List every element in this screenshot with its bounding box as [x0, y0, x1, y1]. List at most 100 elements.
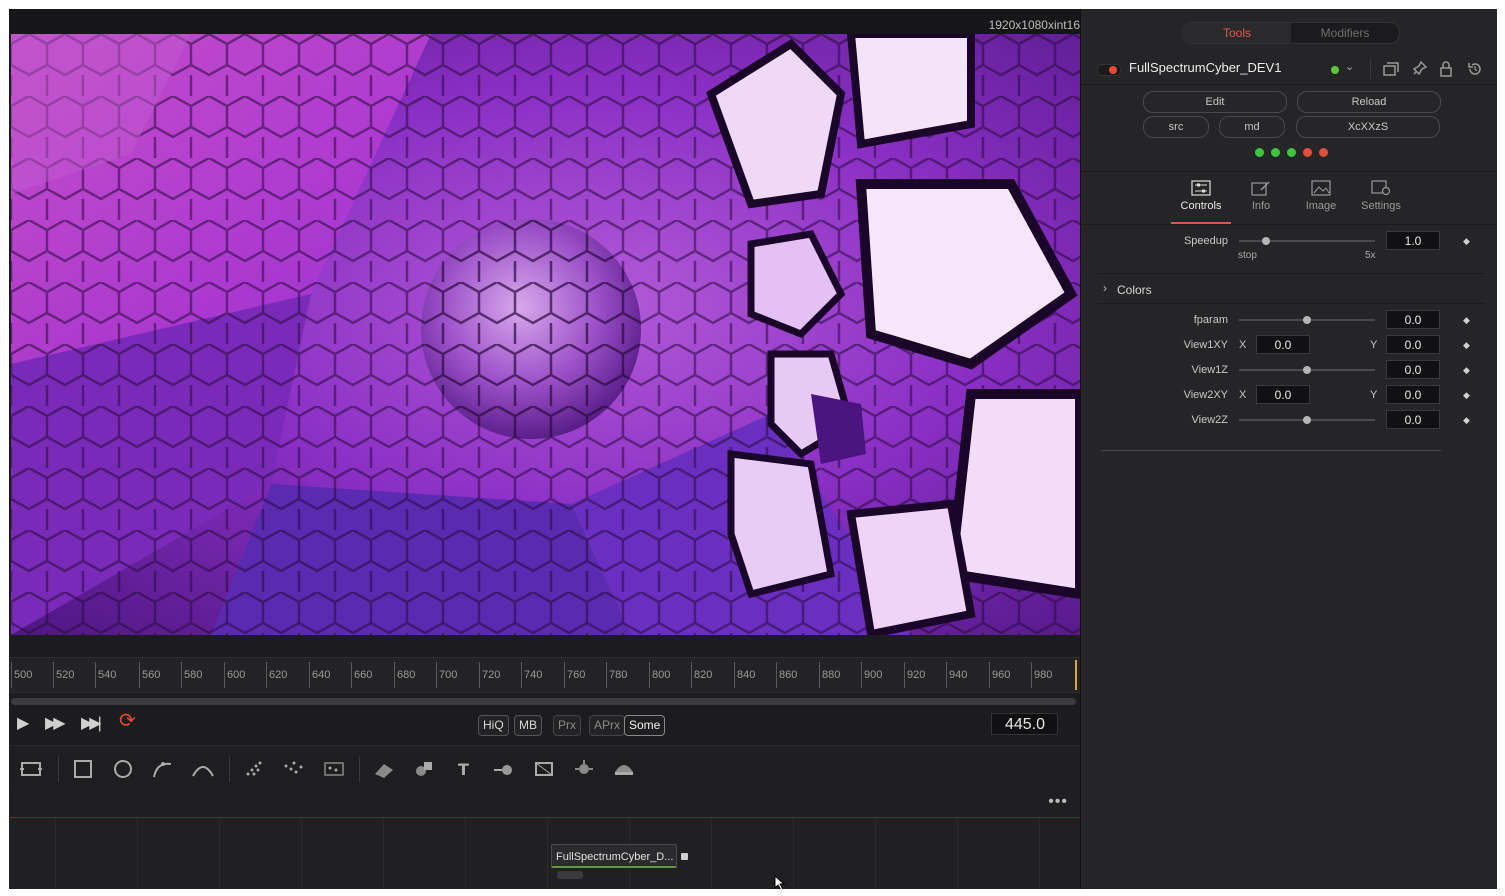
view2xy-label: View2XY [1183, 389, 1228, 401]
keyframe-diamond-icon[interactable]: ◆ [1463, 365, 1470, 376]
hiq-button[interactable]: HiQ [478, 715, 509, 736]
renderer-3d-icon[interactable] [612, 758, 636, 780]
view2z-value-field[interactable]: 0.0 [1386, 410, 1440, 429]
ruler-tick: 800 [649, 662, 670, 688]
toolbar-divider [359, 756, 360, 782]
view1x-axis-label: X [1239, 339, 1247, 351]
playhead[interactable] [1075, 660, 1077, 690]
keyframe-diamond-icon[interactable]: ◆ [1463, 390, 1470, 401]
grid-line [465, 818, 466, 889]
loop-icon[interactable]: ⟳ [119, 711, 136, 731]
particle-pmerge-icon[interactable] [322, 758, 346, 780]
reset-icon[interactable] [1467, 61, 1483, 77]
keyframe-diamond-icon[interactable]: ◆ [1463, 340, 1470, 351]
timeline-scrollbar[interactable] [11, 698, 1076, 705]
transform-tool-icon[interactable] [19, 758, 43, 780]
ruler-tick: 660 [351, 662, 372, 688]
play-icon[interactable]: ▶ [17, 716, 29, 732]
view2y-value-field[interactable]: 0.0 [1386, 385, 1440, 404]
ruler-tick: 820 [691, 662, 712, 688]
view1y-value-field[interactable]: 0.0 [1386, 335, 1440, 354]
grid-line [55, 818, 56, 889]
polygon-mask-icon[interactable] [151, 758, 175, 780]
chevron-right-icon[interactable]: › [1103, 281, 1107, 295]
fparam-slider-knob[interactable] [1303, 316, 1311, 324]
keyframe-diamond-icon[interactable]: ◆ [1463, 415, 1470, 426]
time-ruler[interactable]: 500 520 540 560 580 600 620 640 660 680 … [9, 657, 1080, 693]
skip-to-end-icon[interactable]: ▶▶| [81, 716, 102, 732]
speedup-min-label: stop [1238, 250, 1257, 261]
particle-render-icon[interactable] [282, 758, 306, 780]
keyframe-diamond-icon[interactable]: ◆ [1463, 315, 1470, 326]
text-3d-icon[interactable]: T [452, 758, 476, 780]
tool-color-dot[interactable] [1331, 66, 1339, 74]
tab-tools[interactable]: Tools [1183, 23, 1291, 43]
transport-bar: ▶ ▶▶ ▶▶| ⟳ [9, 709, 1080, 741]
speedup-slider-knob[interactable] [1262, 237, 1271, 245]
lock-icon[interactable] [1439, 61, 1453, 77]
node-output-port[interactable] [681, 853, 688, 860]
tab-controls[interactable]: Controls [1171, 172, 1231, 224]
pin-icon[interactable] [1411, 61, 1427, 77]
ruler-tick: 900 [861, 662, 882, 688]
section-divider [1097, 303, 1485, 304]
node-input-ports[interactable] [557, 871, 583, 879]
more-options-icon[interactable]: ••• [1048, 793, 1068, 811]
ruler-tick: 680 [394, 662, 415, 688]
ellipse-mask-icon[interactable] [111, 758, 135, 780]
versions-icon[interactable] [1383, 62, 1399, 76]
view2z-slider-knob[interactable] [1303, 416, 1311, 424]
ruler-tick: 540 [95, 662, 116, 688]
current-frame-field[interactable]: 445.0 [991, 713, 1058, 735]
grid-line [219, 818, 220, 889]
ruler-tick: 700 [436, 662, 457, 688]
bspline-mask-icon[interactable] [191, 758, 215, 780]
reload-button[interactable]: Reload [1297, 91, 1441, 113]
view2y-axis-label: Y [1370, 389, 1378, 401]
prx-button[interactable]: Prx [553, 715, 581, 736]
some-button[interactable]: Some [624, 715, 666, 736]
fast-forward-icon[interactable]: ▶▶ [45, 716, 66, 732]
xcxxzs-button[interactable]: XcXXzS [1296, 116, 1440, 138]
view1x-value-field[interactable]: 0.0 [1256, 335, 1310, 354]
view1z-slider-knob[interactable] [1303, 366, 1311, 374]
shape-3d-icon[interactable] [412, 758, 436, 780]
tab-image[interactable]: Image [1291, 172, 1351, 224]
view1z-value-field[interactable]: 0.0 [1386, 360, 1440, 379]
speedup-value-field[interactable]: 1.0 [1386, 231, 1440, 250]
rectangle-mask-icon[interactable] [71, 758, 95, 780]
keyframe-diamond-icon[interactable]: ◆ [1463, 236, 1470, 247]
merge-3d-icon[interactable] [492, 758, 516, 780]
ruler-tick: 940 [946, 662, 967, 688]
grid-line [301, 818, 302, 889]
src-button[interactable]: src [1143, 116, 1209, 138]
fparam-value-field[interactable]: 0.0 [1386, 310, 1440, 329]
camera-3d-icon[interactable] [532, 758, 556, 780]
tab-info[interactable]: Info [1231, 172, 1291, 224]
ruler-tick: 580 [181, 662, 202, 688]
mb-button[interactable]: MB [514, 715, 542, 736]
view2z-label: View2Z [1191, 414, 1228, 426]
mouse-cursor-icon [774, 875, 786, 889]
ruler-tick: 560 [139, 662, 160, 688]
spotlight-icon[interactable] [572, 758, 596, 780]
speedup-slider[interactable] [1239, 240, 1375, 242]
colors-section-header[interactable]: Colors [1117, 283, 1152, 297]
image-plane-3d-icon[interactable] [372, 758, 396, 780]
status-led [1319, 148, 1328, 157]
md-button[interactable]: md [1219, 116, 1285, 138]
edit-button[interactable]: Edit [1143, 91, 1287, 113]
chevron-down-icon[interactable]: ⌄ [1345, 60, 1354, 73]
tab-modifiers[interactable]: Modifiers [1291, 23, 1399, 43]
aprx-button[interactable]: APrx [589, 715, 626, 736]
view2x-value-field[interactable]: 0.0 [1256, 385, 1310, 404]
viewer-image[interactable] [11, 34, 1080, 635]
node-editor[interactable] [9, 818, 1080, 889]
tool-header: FullSpectrumCyber_DEV1 ⌄ [1081, 54, 1497, 85]
header-divider [1370, 59, 1371, 79]
particle-emitter-icon[interactable] [242, 758, 266, 780]
shader-node[interactable]: FullSpectrumCyber_D... [551, 844, 677, 868]
tab-settings[interactable]: Settings [1351, 172, 1411, 224]
ruler-tick: 740 [521, 662, 542, 688]
status-led [1303, 148, 1312, 157]
